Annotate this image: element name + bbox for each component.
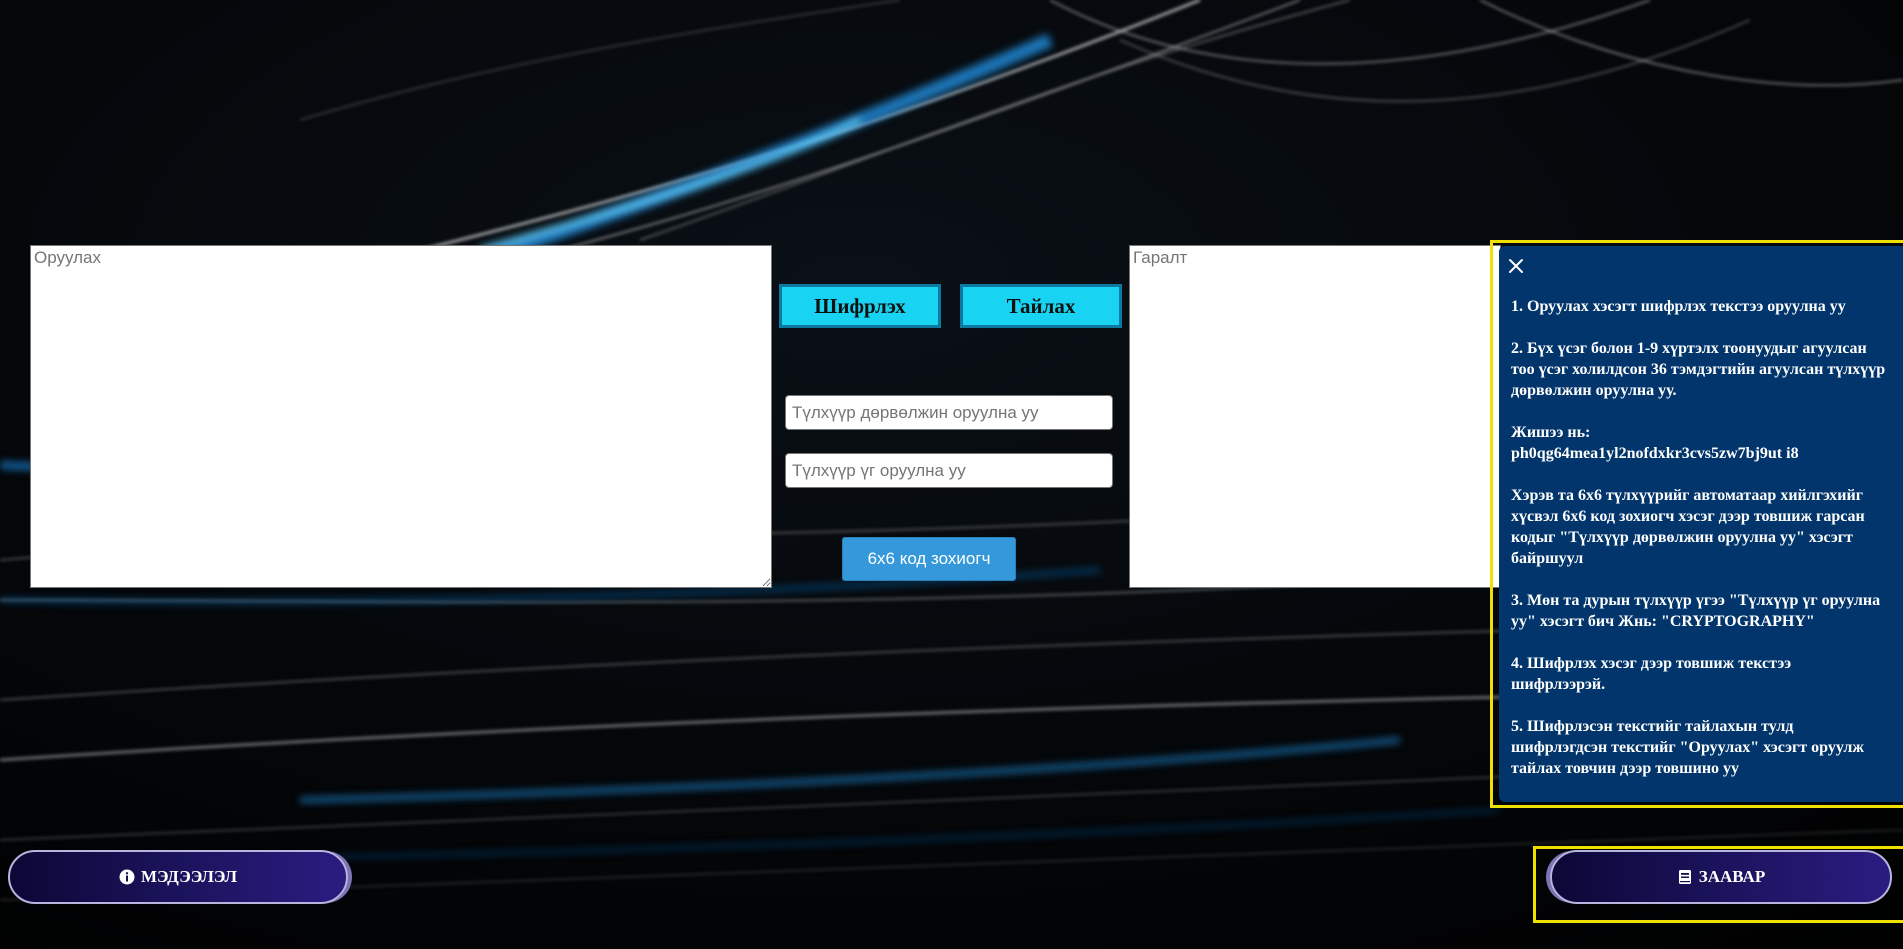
example-label: Жишээ нь: bbox=[1511, 424, 1591, 441]
guide-button-label: ЗААВАР bbox=[1698, 867, 1766, 886]
info-button-label: МЭДЭЭЛЭЛ bbox=[140, 867, 238, 886]
output-textarea[interactable] bbox=[1129, 245, 1501, 588]
instructions-panel: 1. Оруулах хэсэгт шифрлэх текстээ оруулн… bbox=[1499, 246, 1903, 802]
encrypt-button[interactable]: Шифрлэх bbox=[779, 284, 941, 328]
instruction-step-3: 3. Мөн та дурын түлхүүр үгээ "Түлхүүр үг… bbox=[1511, 592, 1881, 630]
instruction-step-2: 2. Бүх үсэг болон 1-9 хүртэлх тоонуудыг … bbox=[1511, 340, 1886, 399]
instructions-panel-highlight: 1. Оруулах хэсэгт шифрлэх текстээ оруулн… bbox=[1490, 240, 1903, 808]
keyword-input[interactable] bbox=[785, 453, 1113, 488]
instruction-step-4: 4. Шифрлэх хэсэг дээр товшиж текстээ шиф… bbox=[1511, 655, 1792, 693]
instruction-auto-note: Хэрэв та 6x6 түлхүүрийг автоматаар хийлг… bbox=[1511, 487, 1865, 567]
decrypt-button[interactable]: Тайлах bbox=[960, 284, 1122, 328]
close-icon[interactable] bbox=[1505, 255, 1527, 277]
input-textarea[interactable] bbox=[30, 245, 772, 588]
book-icon bbox=[1677, 869, 1693, 885]
code-generator-button[interactable]: 6x6 код зохиогч bbox=[842, 537, 1016, 581]
guide-button[interactable]: ЗААВАР bbox=[1550, 850, 1892, 904]
instruction-step-5: 5. Шифрлэсэн текстийг тайлахын тулд шифр… bbox=[1511, 718, 1865, 777]
info-circle-icon bbox=[119, 869, 135, 885]
instruction-example: Жишээ нь: ph0qg64mea1yl2nofdxkr3cvs5zw7b… bbox=[1511, 422, 1889, 464]
instruction-step-1: 1. Оруулах хэсэгт шифрлэх текстээ оруулн… bbox=[1511, 298, 1846, 315]
info-button[interactable]: МЭДЭЭЛЭЛ bbox=[8, 850, 348, 904]
example-value: ph0qg64mea1yl2nofdxkr3cvs5zw7bj9ut i8 bbox=[1511, 445, 1799, 462]
key-square-input[interactable] bbox=[785, 395, 1113, 430]
